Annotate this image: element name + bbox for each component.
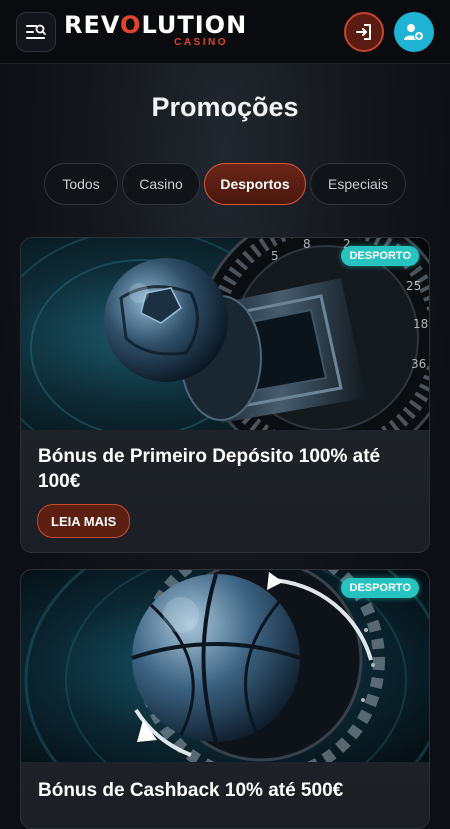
promotion-card[interactable]: 582 32518 36 DESPORTO Bónus de Primeiro …: [20, 237, 430, 553]
tab-todos[interactable]: Todos: [44, 163, 118, 205]
read-more-button[interactable]: LEIA MAIS: [37, 504, 131, 538]
promotion-category-tabs: Todos Casino Desportos Especiais: [0, 163, 450, 205]
promotion-image-basketball: [21, 570, 429, 762]
tab-especiais[interactable]: Especiais: [310, 163, 406, 205]
svg-text:25: 25: [406, 279, 421, 293]
page-title: Promoções: [151, 92, 299, 122]
menu-search-icon: [26, 24, 46, 39]
logo-subtitle: CASINO: [174, 37, 228, 48]
promotion-title: Bónus de Primeiro Depósito 100% até 100€: [38, 446, 381, 492]
svg-text:18: 18: [413, 317, 428, 331]
revolution-casino-logo[interactable]: REVOLUTION CASINO: [64, 11, 248, 52]
svg-text:8: 8: [303, 238, 311, 251]
svg-text:36: 36: [411, 357, 426, 371]
top-header: REVOLUTION CASINO: [0, 0, 450, 64]
category-badge: DESPORTO: [341, 578, 419, 598]
promotion-title: Bónus de Cashback 10% até 500€: [38, 780, 344, 801]
svg-text:5: 5: [271, 249, 279, 263]
promotion-image-roulette-ball: 582 32518 36: [21, 238, 429, 430]
login-button[interactable]: [344, 12, 384, 52]
add-user-icon: [404, 24, 424, 41]
register-button[interactable]: [394, 12, 434, 52]
login-icon: [356, 24, 371, 40]
logo-wordmark: REVOLUTION: [64, 11, 248, 39]
category-badge: DESPORTO: [341, 246, 419, 266]
promotion-card[interactable]: DESPORTO Bónus de Cashback 10% até 500€: [20, 569, 430, 829]
tab-desportos[interactable]: Desportos: [204, 163, 306, 205]
menu-button[interactable]: [16, 12, 56, 52]
tab-casino[interactable]: Casino: [122, 163, 200, 205]
